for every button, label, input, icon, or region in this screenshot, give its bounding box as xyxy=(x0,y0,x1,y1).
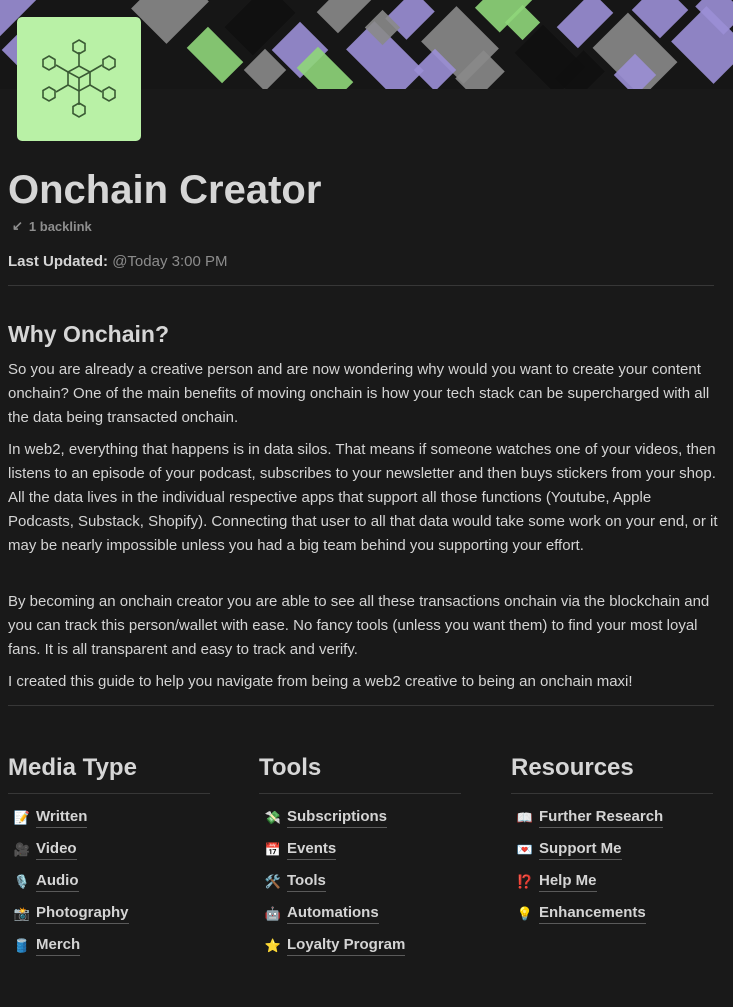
page-title: Onchain Creator xyxy=(8,168,322,212)
hammer-wrench-icon: 🛠️ xyxy=(264,874,282,889)
page-link-label[interactable]: Tools xyxy=(287,872,326,892)
column-divider xyxy=(259,793,461,794)
last-updated-date-mention[interactable]: @Today 3:00 PM xyxy=(112,253,227,270)
last-updated-property: Last Updated: @Today 3:00 PM xyxy=(8,252,227,272)
paragraph: In web2, everything that happens is in d… xyxy=(8,441,718,554)
love-letter-icon: 💌 xyxy=(516,842,534,857)
page-link-tools[interactable]: 🛠️ Tools xyxy=(259,866,461,898)
page-link-video[interactable]: 🎥 Video xyxy=(8,834,210,866)
star-icon: ⭐ xyxy=(264,938,282,953)
page-link-enhancements[interactable]: 💡 Enhancements xyxy=(511,898,713,930)
page-link-support-me[interactable]: 💌 Support Me xyxy=(511,834,713,866)
molecule-hexagon-icon[interactable] xyxy=(17,17,141,141)
page-link-events[interactable]: 📅 Events xyxy=(259,834,461,866)
section-heading: Why Onchain? xyxy=(8,321,169,347)
divider xyxy=(8,285,714,286)
page-link-loyalty-program[interactable]: ⭐ Loyalty Program xyxy=(259,930,461,962)
camera-flash-icon: 📸 xyxy=(13,906,31,921)
microphone-icon: 🎙️ xyxy=(13,874,31,889)
page-link-label[interactable]: Further Research xyxy=(539,808,664,828)
column-divider xyxy=(8,793,210,794)
barrel-icon: 🛢️ xyxy=(13,938,31,953)
page-link-written[interactable]: 📝 Written xyxy=(8,802,210,834)
page-link-label[interactable]: Merch xyxy=(36,936,81,956)
robot-icon: 🤖 xyxy=(264,906,282,921)
column-heading: Resources xyxy=(511,754,634,781)
video-camera-icon: 🎥 xyxy=(13,842,31,857)
page-link-label[interactable]: Support Me xyxy=(539,840,622,860)
page-link-photography[interactable]: 📸 Photography xyxy=(8,898,210,930)
backlink-link[interactable]: ↙ 1 backlink xyxy=(12,217,92,235)
column-heading: Media Type xyxy=(8,754,137,781)
arrow-down-left-icon: ↙ xyxy=(12,218,23,233)
page-link-label[interactable]: Loyalty Program xyxy=(287,936,406,956)
column-media-type: Media Type 📝 Written 🎥 Video 🎙️ Audio 📸 Phot… xyxy=(8,750,210,962)
page-link-label[interactable]: Subscriptions xyxy=(287,808,388,828)
page-link-label[interactable]: Written xyxy=(36,808,88,828)
page-link-merch[interactable]: 🛢️ Merch xyxy=(8,930,210,962)
calendar-icon: 📅 xyxy=(264,842,282,857)
column-resources: Resources 📖 Further Research 💌 Support Me … xyxy=(511,750,713,930)
interrobang-icon: ⁉️ xyxy=(516,874,534,889)
page-link-label[interactable]: Video xyxy=(36,840,77,860)
memo-icon: 📝 xyxy=(13,810,31,825)
page-link-label[interactable]: Automations xyxy=(287,904,379,924)
open-book-icon: 📖 xyxy=(516,810,534,825)
column-divider xyxy=(511,793,713,794)
money-wings-icon: 💸 xyxy=(264,810,282,825)
last-updated-label: Last Updated: xyxy=(8,253,109,270)
page-link-help-me[interactable]: ⁉️ Help Me xyxy=(511,866,713,898)
paragraph: By becoming an onchain creator you are a… xyxy=(8,593,710,658)
page-link-label[interactable]: Audio xyxy=(36,872,79,892)
paragraph: I created this guide to help you navigat… xyxy=(8,673,633,690)
page-link-label[interactable]: Help Me xyxy=(539,872,597,892)
page-link-audio[interactable]: 🎙️ Audio xyxy=(8,866,210,898)
page-link-label[interactable]: Enhancements xyxy=(539,904,646,924)
page-link-label[interactable]: Events xyxy=(287,840,337,860)
page-link-automations[interactable]: 🤖 Automations xyxy=(259,898,461,930)
page-link-subscriptions[interactable]: 💸 Subscriptions xyxy=(259,802,461,834)
column-tools: Tools 💸 Subscriptions 📅 Events 🛠️ Tools 🤖 Au… xyxy=(259,750,461,962)
paragraph: So you are already a creative person and… xyxy=(8,361,710,426)
page-link-further-research[interactable]: 📖 Further Research xyxy=(511,802,713,834)
light-bulb-icon: 💡 xyxy=(516,906,534,921)
page-link-label[interactable]: Photography xyxy=(36,904,129,924)
backlink-label: 1 backlink xyxy=(28,218,92,234)
divider xyxy=(8,705,714,706)
column-heading: Tools xyxy=(259,754,322,781)
